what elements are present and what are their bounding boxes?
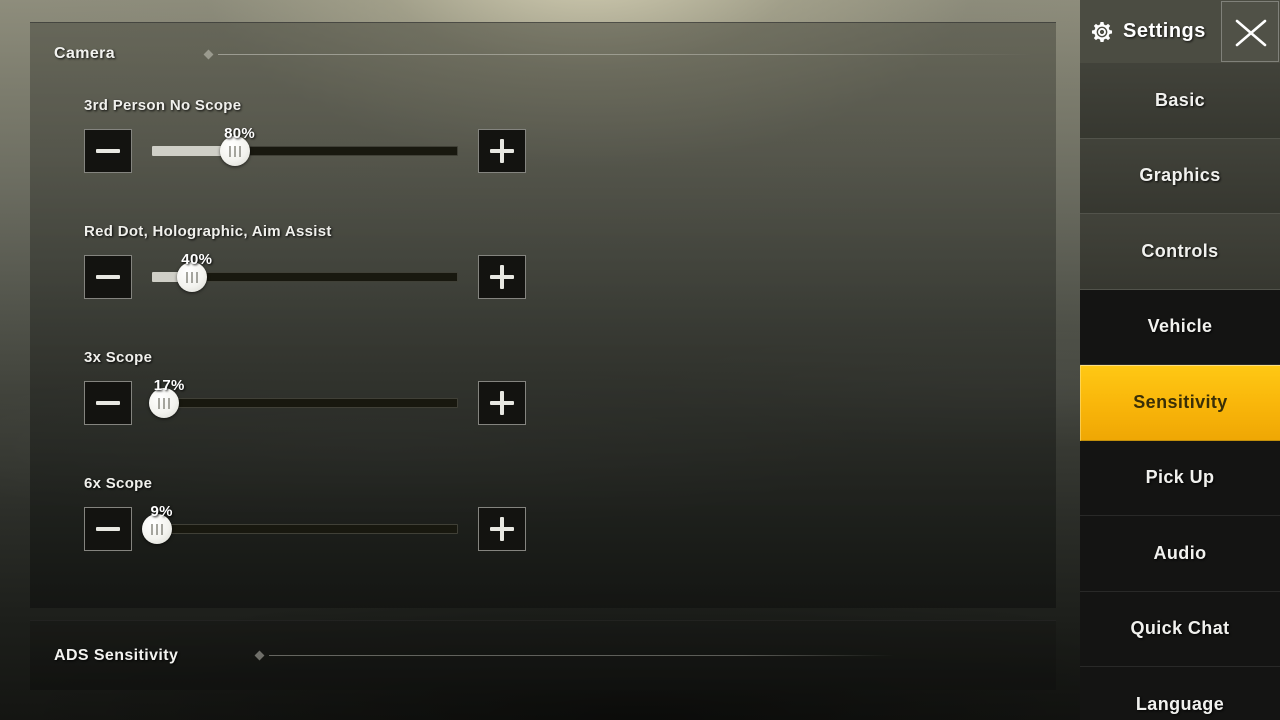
sensitivity-row: 4x ACOG Scope, VSS11% [562, 337, 1280, 463]
close-button[interactable] [1221, 1, 1279, 62]
sensitivity-row: 1st Person No Scope51% [562, 85, 1280, 211]
sidebar-item-label: Basic [1154, 89, 1206, 110]
sidebar-item-label: Quick Chat [1130, 618, 1230, 639]
sidebar-item-label: Pick Up [1145, 467, 1215, 488]
sensitivity-value: 80% [224, 125, 256, 142]
sidebar-item-list: Basic Graphics Controls Vehicle Sensitivity P… [1080, 63, 1280, 720]
gear-icon [1088, 18, 1116, 46]
sensitivity-row-label: Red Dot, Holographic, Aim Assist [84, 223, 332, 240]
section-divider-line [269, 655, 1032, 656]
sensitivity-row-label: 3x Scope [84, 349, 153, 366]
sensitivity-row: 3rd Person No Scope 80% [30, 85, 562, 211]
settings-sidebar: Settings Basic Graphics Controls Vehicle Sen… [1080, 0, 1280, 720]
sensitivity-row: 2x Scope24% [562, 211, 1280, 337]
sidebar-item-label: Graphics [1139, 165, 1221, 186]
sensitivity-slider[interactable]: 9% [141, 503, 458, 551]
sidebar-item-label: Language [1135, 693, 1225, 714]
sensitivity-row: 3x Scope 17% [30, 337, 562, 463]
sensitivity-control-group: 9% [84, 503, 526, 551]
sensitivity-slider[interactable]: 40% [152, 251, 458, 299]
decrease-button[interactable] [84, 255, 132, 299]
decrease-button[interactable] [84, 129, 132, 173]
sidebar-header: Settings [1080, 0, 1280, 63]
increase-button[interactable] [478, 255, 526, 299]
slider-track[interactable] [152, 524, 458, 534]
sidebar-item-vehicle[interactable]: Vehicle [1080, 289, 1280, 365]
close-icon [1235, 19, 1267, 47]
sidebar-item-graphics[interactable]: Graphics [1080, 138, 1280, 214]
sensitivity-settings-panel: Camera 3rd Person No Scope 80% 1st Person … [30, 22, 1280, 608]
sensitivity-value: 17% [153, 377, 185, 394]
sensitivity-control-group: 80% [84, 125, 526, 173]
ads-section-header: ADS Sensitivity [54, 643, 1032, 669]
sensitivity-row: 8x Scope5% [562, 463, 1280, 589]
section-divider-line [218, 53, 1032, 55]
ads-sensitivity-panel[interactable]: ADS Sensitivity [30, 620, 1056, 690]
sidebar-item-label: Vehicle [1147, 316, 1213, 337]
ads-section-title: ADS Sensitivity [54, 646, 179, 664]
sensitivity-row: Red Dot, Holographic, Aim Assist 40% [30, 211, 562, 337]
slider-track[interactable] [152, 398, 458, 408]
sensitivity-rows-grid: 3rd Person No Scope 80% 1st Person No Scop… [30, 85, 1280, 589]
sidebar-item-audio[interactable]: Audio [1080, 516, 1280, 592]
increase-button[interactable] [478, 507, 526, 551]
diamond-marker-icon [254, 650, 265, 661]
sensitivity-control-group: 40% [84, 251, 526, 299]
sidebar-item-label: Sensitivity [1133, 392, 1228, 413]
sidebar-item-label: Controls [1141, 240, 1219, 261]
sensitivity-row: 6x Scope 9% [30, 463, 562, 589]
diamond-marker-icon [203, 49, 214, 59]
sidebar-item-sensitivity[interactable]: Sensitivity [1080, 365, 1280, 441]
increase-button[interactable] [478, 381, 526, 425]
sensitivity-value: 40% [181, 251, 213, 268]
sidebar-item-controls[interactable]: Controls [1080, 214, 1280, 290]
sensitivity-control-group: 17% [84, 377, 526, 425]
sensitivity-value: 9% [150, 503, 173, 520]
sidebar-item-quick-chat[interactable]: Quick Chat [1080, 591, 1280, 667]
camera-section-header: Camera [54, 41, 1032, 67]
sensitivity-row-label: 6x Scope [84, 475, 153, 492]
sidebar-item-pick-up[interactable]: Pick Up [1080, 440, 1280, 516]
sensitivity-row-label: 3rd Person No Scope [84, 97, 242, 114]
decrease-button[interactable] [84, 507, 132, 551]
sidebar-item-basic[interactable]: Basic [1080, 63, 1280, 139]
camera-section-title: Camera [54, 45, 116, 62]
decrease-button[interactable] [84, 381, 132, 425]
settings-title: Settings [1123, 20, 1206, 42]
sidebar-item-language[interactable]: Language [1080, 667, 1280, 720]
sensitivity-slider[interactable]: 80% [152, 125, 458, 173]
sidebar-item-label: Audio [1153, 542, 1207, 563]
sensitivity-slider[interactable]: 17% [149, 377, 458, 425]
increase-button[interactable] [478, 129, 526, 173]
